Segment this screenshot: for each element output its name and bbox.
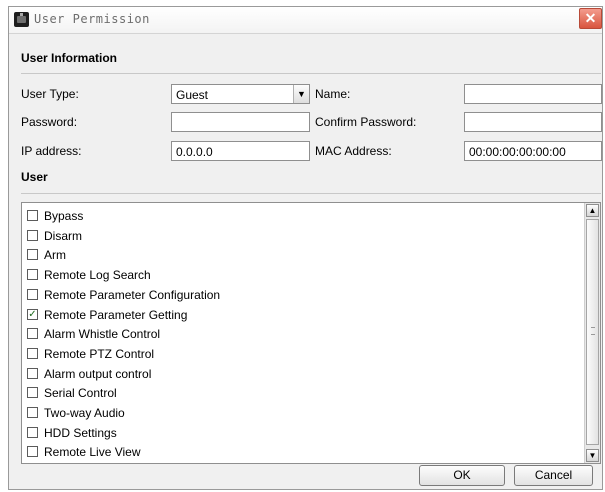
password-field[interactable] <box>171 112 310 132</box>
permission-label: Arm <box>44 248 66 263</box>
checkbox[interactable] <box>27 446 38 458</box>
mac-address-field[interactable]: 00:00:00:00:00:00 <box>464 141 602 161</box>
ip-address-label: IP address: <box>21 144 82 158</box>
camera-icon <box>14 12 29 27</box>
confirm-password-field[interactable] <box>464 112 602 132</box>
user-type-select[interactable]: Guest ▼ <box>171 84 310 104</box>
checkbox[interactable] <box>27 387 38 399</box>
name-field[interactable] <box>464 84 602 104</box>
window-title: User Permission <box>34 12 150 26</box>
checkbox[interactable] <box>27 210 38 221</box>
permission-label: Remote Parameter Configuration <box>44 287 221 302</box>
cancel-button[interactable]: Cancel <box>514 465 593 486</box>
checkbox[interactable] <box>27 367 38 379</box>
checkbox[interactable] <box>27 249 38 261</box>
permission-label: Remote Log Search <box>44 268 151 283</box>
confirm-password-label: Confirm Password: <box>315 115 417 129</box>
chevron-down-icon[interactable]: ▼ <box>293 85 309 103</box>
checkbox[interactable] <box>27 229 38 241</box>
password-label: Password: <box>21 115 78 129</box>
ip-address-field[interactable]: 0.0.0.0 <box>171 141 310 161</box>
user-type-label: User Type: <box>21 87 79 101</box>
permission-label: Remote Parameter Getting <box>44 307 188 322</box>
checkbox[interactable] <box>27 407 38 418</box>
permission-label: Disarm <box>44 228 82 243</box>
scroll-down-icon[interactable]: ▼ <box>586 449 599 462</box>
name-label: Name: <box>315 87 351 101</box>
scroll-up-icon[interactable]: ▲ <box>586 204 599 217</box>
grip-icon <box>591 327 595 335</box>
user-type-value: Guest <box>176 88 209 102</box>
permission-label: Alarm output control <box>44 366 152 381</box>
permission-label: Alarm Whistle Control <box>44 327 161 342</box>
permission-label: Bypass <box>44 209 84 223</box>
permission-label: HDD Settings <box>44 425 117 440</box>
divider <box>21 73 601 74</box>
permission-list[interactable]: Bypass Disarm Arm Remote Log Search Remote P… <box>21 202 601 464</box>
ok-button[interactable]: OK <box>419 465 505 486</box>
user-permission-dialog: User Permission ✕ User Information User … <box>8 6 603 490</box>
checkbox[interactable] <box>27 288 38 300</box>
checkbox[interactable] <box>27 426 38 438</box>
permission-label: Remote PTZ Control <box>44 346 155 361</box>
permission-label: Two-way Audio <box>44 406 125 420</box>
close-button[interactable]: ✕ <box>579 8 602 29</box>
vertical-scrollbar[interactable]: ▲ ▼ <box>584 203 600 463</box>
checkbox[interactable] <box>27 328 38 340</box>
permission-label: Remote Live View <box>44 445 141 460</box>
checkbox-checked[interactable]: ✓ <box>27 308 38 320</box>
scrollbar-thumb[interactable] <box>586 219 599 445</box>
user-information-heading: User Information <box>21 51 118 65</box>
permission-label: Serial Control <box>44 386 117 401</box>
mac-address-label: MAC Address: <box>315 144 392 158</box>
title-bar: User Permission ✕ <box>9 7 602 34</box>
checkbox[interactable] <box>27 347 38 359</box>
user-heading: User <box>21 170 48 184</box>
checkbox[interactable] <box>27 269 38 281</box>
divider <box>21 193 601 194</box>
